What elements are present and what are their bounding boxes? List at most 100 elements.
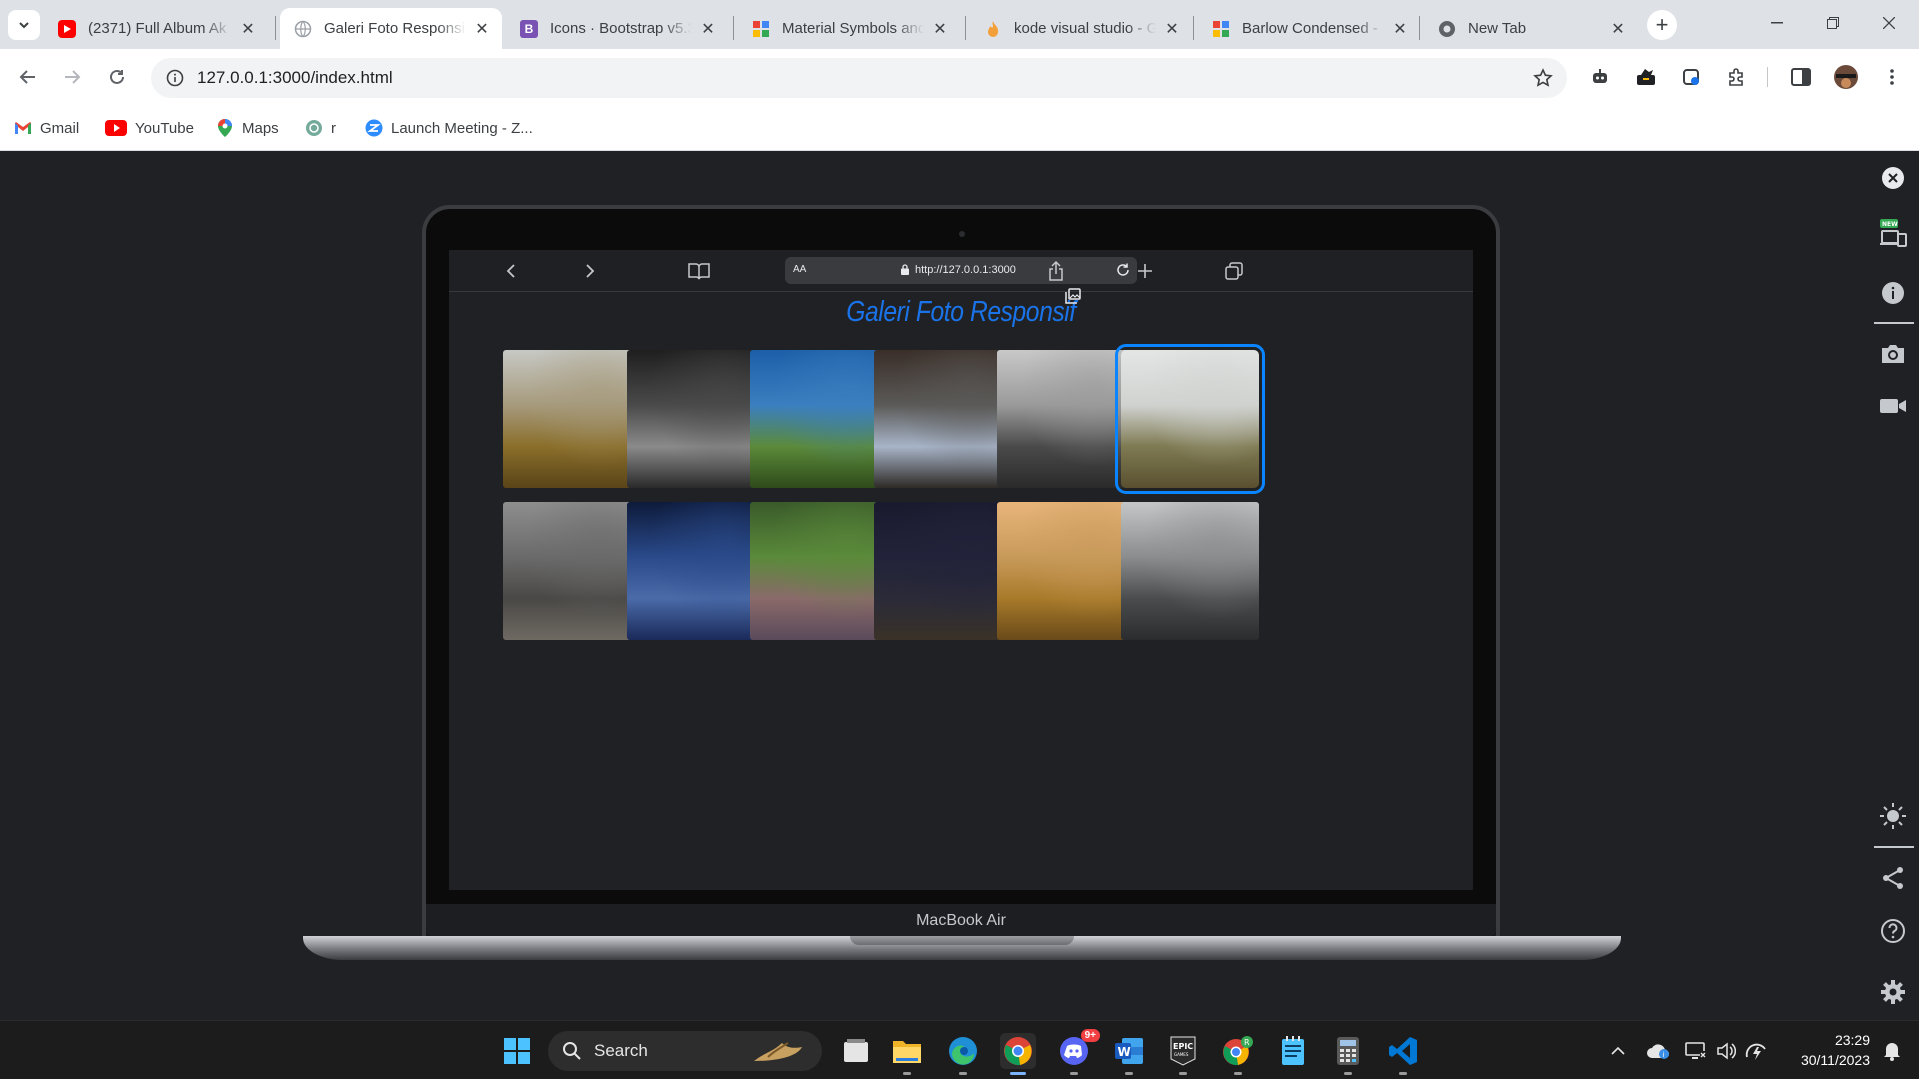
safari-address-bar[interactable]: AA http://127.0.0.1:3000 — [785, 257, 1137, 284]
safari-back-button[interactable] — [500, 260, 522, 282]
tab-title: Barlow Condensed - — [1242, 20, 1378, 37]
gallery-photo-night-sky-stars[interactable] — [626, 502, 765, 640]
tab-kode-visual-studio[interactable]: kode visual studio - G ✕ — [970, 8, 1192, 49]
close-icon[interactable]: ✕ — [472, 19, 492, 39]
restore-button[interactable] — [1805, 0, 1861, 46]
tab-barlow-condensed[interactable]: Barlow Condensed - ✕ — [1198, 8, 1420, 49]
show-hidden-icons-button[interactable] — [1606, 1039, 1630, 1063]
bookmark-label: Launch Meeting - Z... — [391, 119, 533, 137]
help-button[interactable] — [1878, 916, 1908, 946]
onedrive-tray-button[interactable]: i — [1646, 1039, 1670, 1063]
gallery-photo-green-hill-blue-sky[interactable] — [750, 350, 888, 488]
tab-youtube[interactable]: (2371) Full Album Ak ✕ — [44, 8, 268, 49]
taskbar-search[interactable]: Search — [548, 1031, 822, 1071]
safari-share-button[interactable] — [1045, 260, 1067, 282]
safari-new-tab-button[interactable] — [1134, 260, 1156, 282]
gallery-photo-dark-night-field[interactable] — [873, 502, 1012, 640]
gallery-photo-street-buildings[interactable] — [1120, 502, 1259, 640]
close-icon[interactable]: ✕ — [930, 19, 950, 39]
screenshot-button[interactable] — [1878, 339, 1908, 369]
bookmark-gmail[interactable]: Gmail — [14, 115, 79, 141]
side-panel-button[interactable] — [1785, 61, 1817, 93]
info-button[interactable] — [1878, 278, 1908, 308]
bookmark-label: r — [331, 119, 336, 137]
share-button[interactable] — [1878, 863, 1908, 893]
extension-robot-button[interactable] — [1584, 61, 1616, 93]
tab-bootstrap-icons[interactable]: B Icons · Bootstrap v5.3 ✕ — [506, 8, 728, 49]
close-window-button[interactable] — [1861, 0, 1917, 46]
safari-bookmarks-button[interactable] — [688, 260, 710, 282]
gallery-photo-balloons-canyon[interactable] — [997, 502, 1135, 640]
bookmark-r[interactable]: r — [305, 115, 336, 141]
forward-button[interactable] — [56, 61, 88, 93]
zoom-icon — [365, 119, 383, 137]
gallery-photo-woman-reading[interactable] — [873, 350, 1012, 488]
volume-tray-button[interactable] — [1714, 1039, 1738, 1063]
profile-avatar-button[interactable] — [1830, 61, 1862, 93]
tab-title: (2371) Full Album Ak — [88, 20, 227, 37]
start-button[interactable] — [499, 1033, 535, 1069]
close-icon[interactable]: ✕ — [1390, 19, 1410, 39]
close-icon[interactable]: ✕ — [698, 19, 718, 39]
puzzle-icon — [1729, 68, 1743, 86]
notepad-button[interactable] — [1275, 1033, 1311, 1069]
close-icon[interactable]: ✕ — [1608, 19, 1628, 39]
reader-aa-label[interactable]: AA — [793, 264, 806, 275]
bookmark-maps[interactable]: Maps — [216, 115, 279, 141]
back-button[interactable] — [12, 61, 44, 93]
battery-tray-button[interactable] — [1744, 1039, 1768, 1063]
maps-icon — [216, 119, 234, 137]
address-bar[interactable]: 127.0.0.1:3000/index.html — [151, 58, 1567, 98]
site-info-icon[interactable] — [163, 66, 187, 90]
reload-icon[interactable] — [1115, 262, 1131, 278]
address-url[interactable]: 127.0.0.1:3000/index.html — [197, 68, 393, 88]
file-explorer-button[interactable] — [889, 1033, 925, 1075]
theme-toggle-button[interactable] — [1878, 801, 1908, 831]
tab-search-button[interactable] — [8, 10, 40, 40]
tab-material-symbols[interactable]: Material Symbols anc ✕ — [738, 8, 960, 49]
chrome-button[interactable] — [1000, 1033, 1036, 1075]
vscode-button[interactable] — [1385, 1033, 1421, 1075]
extension-tab-manager-button[interactable] — [1675, 61, 1707, 93]
edge-button[interactable] — [945, 1033, 981, 1075]
svg-text:R: R — [1244, 1038, 1250, 1047]
gallery-photo-mountain-valley-bw[interactable] — [997, 350, 1135, 488]
discord-button[interactable]: 9+ — [1056, 1029, 1100, 1075]
gallery-photo-wheat-field[interactable] — [503, 350, 641, 488]
task-view-button[interactable] — [838, 1033, 874, 1069]
settings-button[interactable] — [1878, 977, 1908, 1007]
safari-forward-button[interactable] — [579, 260, 601, 282]
close-icon[interactable]: ✕ — [238, 19, 258, 39]
record-button[interactable] — [1878, 391, 1908, 421]
notifications-button[interactable] — [1880, 1039, 1904, 1063]
reload-button[interactable] — [101, 61, 133, 93]
network-tray-button[interactable] — [1684, 1039, 1708, 1063]
chrome-profile-button[interactable]: R — [1220, 1033, 1256, 1075]
bookmark-zoom[interactable]: Launch Meeting - Z... — [365, 115, 533, 141]
gallery-photo-woman-window[interactable] — [503, 502, 641, 640]
device-frame-button[interactable]: NEW — [1878, 219, 1908, 249]
epic-games-button[interactable]: EPIC GAMES — [1165, 1033, 1201, 1075]
close-device-mode-button[interactable] — [1878, 163, 1908, 193]
tab-galeri-foto[interactable]: Galeri Foto Responsif ✕ — [280, 8, 502, 49]
system-clock[interactable]: 23:29 30/11/2023 — [1786, 1030, 1870, 1070]
chrome-menu-button[interactable] — [1876, 61, 1908, 93]
gallery-photo-foggy-slope[interactable] — [1114, 344, 1265, 494]
gallery-photo-forest-road[interactable] — [626, 350, 765, 488]
tab-new-tab[interactable]: New Tab ✕ — [1424, 8, 1638, 49]
gallery-photo-tree-tunnel[interactable] — [750, 502, 888, 640]
minimize-button[interactable] — [1749, 0, 1805, 46]
calculator-button[interactable] — [1330, 1033, 1366, 1075]
bookmark-youtube[interactable]: YouTube — [105, 115, 194, 141]
star-icon[interactable] — [1531, 66, 1555, 90]
safari-toolbar: AA http://127.0.0.1:3000 — [449, 250, 1473, 292]
extensions-button[interactable] — [1720, 61, 1752, 93]
fire-icon — [984, 20, 1002, 38]
extension-toolbox-button[interactable] — [1630, 61, 1662, 93]
tab-title: New Tab — [1468, 20, 1527, 37]
close-icon[interactable]: ✕ — [1162, 19, 1182, 39]
safari-tabs-button[interactable] — [1223, 260, 1245, 282]
safari-url[interactable]: http://127.0.0.1:3000 — [915, 264, 1016, 276]
new-tab-button[interactable]: + — [1647, 10, 1677, 40]
word-button[interactable]: W — [1111, 1033, 1147, 1075]
